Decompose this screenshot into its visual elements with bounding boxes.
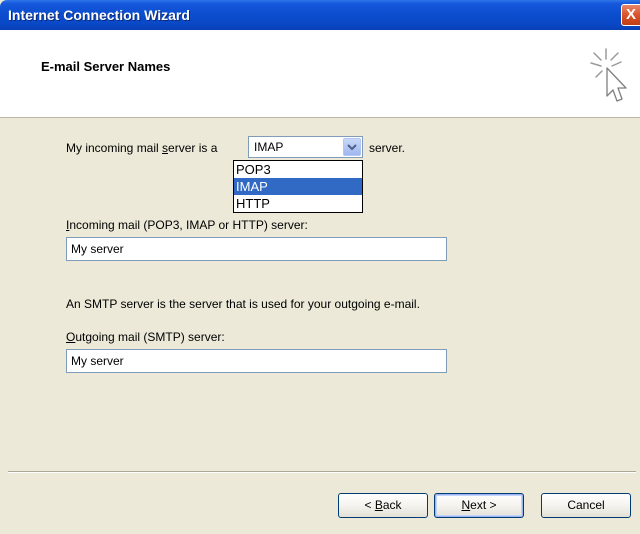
server-type-dropdown[interactable]: POP3 IMAP HTTP <box>233 160 363 213</box>
footer-divider <box>8 471 636 473</box>
smtp-note: An SMTP server is the server that is use… <box>66 297 420 311</box>
title-bar[interactable]: Internet Connection Wizard X <box>0 0 640 30</box>
back-button[interactable]: < Back <box>338 493 428 518</box>
incoming-server-input[interactable]: My server <box>66 237 447 261</box>
incoming-server-label: Incoming mail (POP3, IMAP or HTTP) serve… <box>66 218 308 232</box>
chevron-down-icon <box>347 144 357 151</box>
outgoing-server-label: Outgoing mail (SMTP) server: <box>66 330 225 344</box>
outgoing-server-input[interactable]: My server <box>66 349 447 373</box>
close-icon: X <box>626 6 637 23</box>
incoming-type-label: My incoming mail server is a <box>66 141 218 155</box>
close-button[interactable]: X <box>621 4 640 26</box>
dropdown-option-imap[interactable]: IMAP <box>234 178 362 195</box>
incoming-server-type-select[interactable]: IMAP <box>248 136 363 158</box>
cancel-button[interactable]: Cancel <box>541 493 631 518</box>
wizard-window: Internet Connection Wizard X E-mail Serv… <box>0 0 640 534</box>
wizard-header: E-mail Server Names <box>0 30 640 118</box>
dropdown-option-pop3[interactable]: POP3 <box>234 161 362 178</box>
server-suffix-label: server. <box>369 141 406 155</box>
incoming-server-type-value: IMAP <box>254 140 284 154</box>
page-title: E-mail Server Names <box>41 59 171 74</box>
dropdown-option-http[interactable]: HTTP <box>234 195 362 212</box>
dropdown-button[interactable] <box>343 138 361 156</box>
window-title: Internet Connection Wizard <box>8 7 190 23</box>
wizard-cursor-icon <box>590 48 627 102</box>
next-button[interactable]: Next > <box>434 493 524 518</box>
